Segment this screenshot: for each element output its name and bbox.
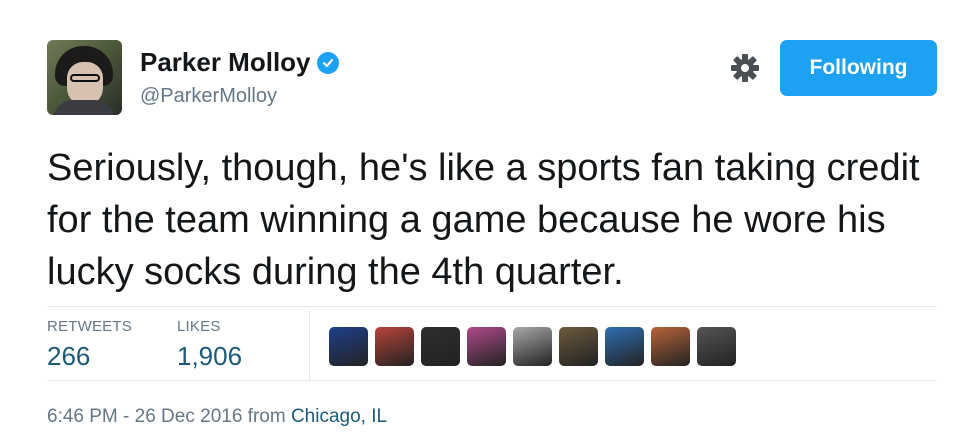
author-handle[interactable]: @ParkerMolloy (140, 85, 277, 108)
avatar[interactable] (47, 40, 122, 115)
liker-avatar-8[interactable] (651, 327, 690, 366)
timestamp[interactable]: 6:46 PM - 26 Dec 2016 from (47, 406, 291, 427)
likes-count: 1,906 (177, 341, 243, 371)
stats-separator (309, 310, 310, 380)
liker-avatar-6[interactable] (559, 327, 598, 366)
author-name[interactable]: Parker Molloy (140, 47, 311, 78)
liker-avatar-2[interactable] (375, 327, 414, 366)
divider-bottom (47, 380, 937, 381)
liker-avatars (329, 327, 736, 366)
liker-avatar-1[interactable] (329, 327, 368, 366)
liker-avatar-9[interactable] (697, 327, 736, 366)
verified-badge-icon (316, 51, 339, 74)
following-button[interactable]: Following (780, 40, 937, 96)
divider-top (47, 306, 937, 307)
tweet-stats: RETWEETS 266 LIKES 1,906 (47, 310, 937, 380)
tweet-header: Parker Molloy @ParkerMolloy Following (47, 40, 937, 120)
author-name-line: Parker Molloy (140, 47, 339, 78)
gear-icon[interactable] (729, 52, 761, 84)
liker-avatar-5[interactable] (513, 327, 552, 366)
liker-avatar-4[interactable] (467, 327, 506, 366)
retweets-count: 266 (47, 341, 91, 371)
liker-avatar-7[interactable] (605, 327, 644, 366)
location-link[interactable]: Chicago, IL (291, 406, 387, 427)
liker-avatar-3[interactable] (421, 327, 460, 366)
retweets-stat[interactable]: RETWEETS 266 (47, 318, 132, 372)
tweet-footer: 6:46 PM - 26 Dec 2016 from Chicago, IL (47, 406, 387, 428)
tweet-text: Seriously, though, he's like a sports fa… (47, 147, 920, 293)
retweets-label: RETWEETS (47, 318, 132, 335)
likes-stat[interactable]: LIKES 1,906 (177, 318, 242, 372)
likes-label: LIKES (177, 318, 221, 335)
